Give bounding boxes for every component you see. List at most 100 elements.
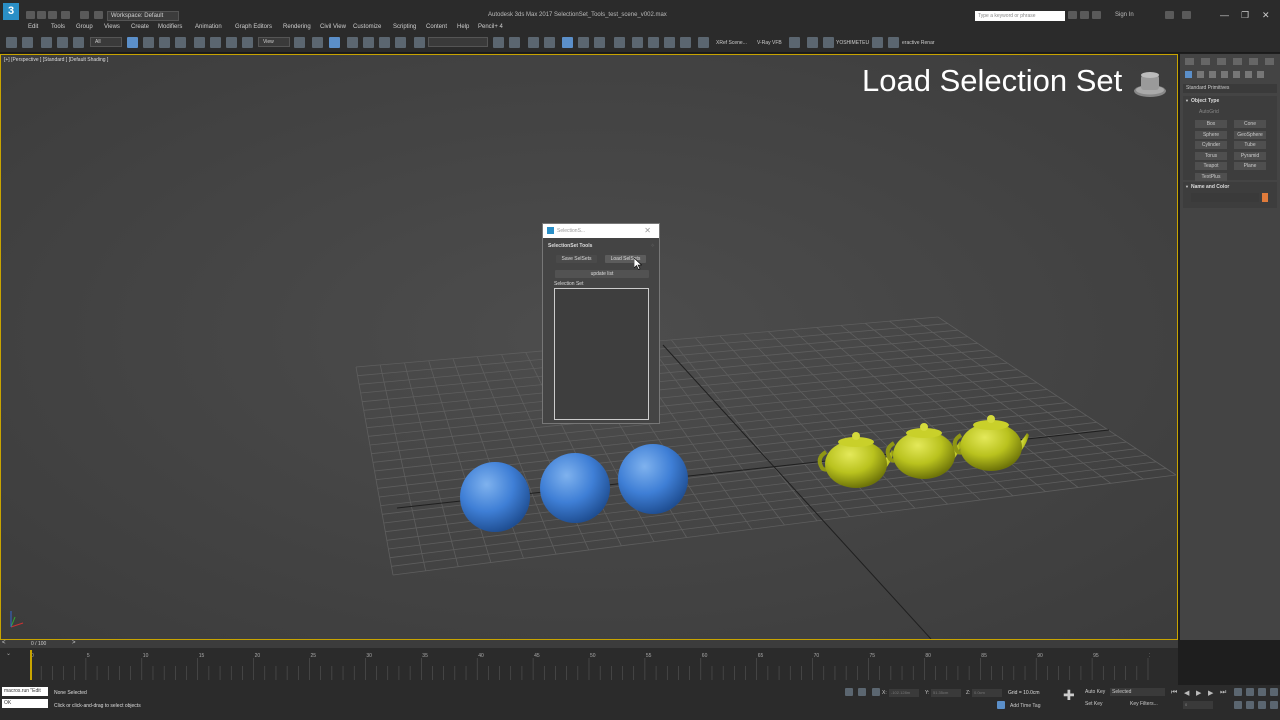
sphere-object[interactable] [540,453,610,523]
link-icon[interactable] [41,37,52,48]
selectionset-tools-dialog[interactable]: SelectionS... ✕ SelectionSet Tools ⁘ Sav… [542,223,660,424]
rectangular-selection-icon[interactable] [159,37,170,48]
app-logo-icon[interactable]: 3 [3,3,19,20]
mirror-icon[interactable] [493,37,504,48]
select-manipulate-icon[interactable] [312,37,323,48]
toggle-scene-explorer-icon[interactable] [528,37,539,48]
primitive-plane-button[interactable]: Plane [1234,162,1266,170]
time-tag-icon[interactable] [997,701,1005,709]
shapes-icon[interactable] [1197,71,1204,78]
next-frame-icon[interactable]: ▶ [1208,689,1213,697]
edit-named-selection-icon[interactable] [414,37,425,48]
percent-snap-icon[interactable] [379,37,390,48]
toggle-ribbon-icon[interactable] [562,37,573,48]
project-folder-icon[interactable] [94,11,103,19]
primitive-cone-button[interactable]: Cone [1234,120,1266,128]
maximize-toggle-icon[interactable] [1270,701,1278,709]
absolute-mode-icon[interactable] [872,688,880,696]
undo-icon[interactable] [61,11,70,19]
curve-editor-mini-icon[interactable]: ⌄ [6,650,11,657]
select-by-name-icon[interactable] [143,37,154,48]
help-icon[interactable] [1182,11,1191,19]
time-slider[interactable]: 0 / 100 < > [0,640,1178,648]
close-icon[interactable]: ✕ [1262,10,1270,21]
subscription-icon[interactable] [1080,11,1089,19]
z-coord-field[interactable]: 0.0cm [972,689,1002,697]
menu-item-create[interactable]: Create [131,24,149,30]
slider-right-arrow-icon[interactable]: > [72,640,76,646]
workspace-dropdown[interactable]: Workspace: Default [107,11,179,21]
go-to-start-icon[interactable]: ⏮ [1171,689,1177,697]
autogrid-checkbox[interactable]: AutoGrid [1199,109,1219,115]
interactive-render-button[interactable]: eractive Renar [902,40,935,46]
display-tab-icon[interactable] [1249,58,1258,65]
lights-icon[interactable] [1209,71,1216,78]
utilities-tab-icon[interactable] [1265,58,1274,65]
rotate-icon[interactable] [210,37,221,48]
window-crossing-icon[interactable] [175,37,186,48]
y-coord-field[interactable]: 51.35cm [931,689,961,697]
primitive-teapot-button[interactable]: Teapot [1195,162,1227,170]
cameras-icon[interactable] [1221,71,1228,78]
menu-item-help[interactable]: Help [457,24,469,30]
sign-in-button[interactable]: Sign In [1115,12,1134,18]
sphere-object[interactable] [460,462,530,532]
reference-coordinate-dropdown[interactable]: View [258,37,290,47]
menu-item-scripting[interactable]: Scripting [393,24,416,30]
motion-tab-icon[interactable] [1233,58,1242,65]
unlink-icon[interactable] [57,37,68,48]
current-frame-marker[interactable] [30,650,32,680]
primitive-tube-button[interactable]: Tube [1234,141,1266,149]
fov-icon[interactable] [1234,701,1242,709]
menu-item-edit[interactable]: Edit [28,24,38,30]
primitive-torus-button[interactable]: Torus [1195,151,1227,160]
bind-spacewarp-icon[interactable] [73,37,84,48]
spinner-snap-icon[interactable] [395,37,406,48]
exchange-icon[interactable] [1165,11,1174,19]
named-selection-dropdown[interactable] [428,37,488,47]
primitive-textplus-button[interactable]: TextPlus [1195,172,1227,181]
slider-left-arrow-icon[interactable]: < [2,640,6,646]
geometry-icon[interactable] [1185,71,1192,78]
pan-icon[interactable] [1246,701,1254,709]
sphere-object[interactable] [618,444,688,514]
schematic-view-icon[interactable] [594,37,605,48]
collapse-arrow-icon[interactable]: ▼ [1185,98,1189,103]
object-type-title[interactable]: Object Type [1191,98,1219,104]
open-file-icon[interactable] [37,11,46,19]
vray-vfb-button[interactable]: V-Ray VFB [757,40,782,46]
redo-icon[interactable] [22,37,33,48]
move-icon[interactable] [194,37,205,48]
menu-item-pencil-4[interactable]: Pencil+ 4 [478,24,503,30]
menu-item-animation[interactable]: Animation [195,24,222,30]
align-icon[interactable] [509,37,520,48]
systems-icon[interactable] [1257,71,1264,78]
render-setup-icon[interactable] [632,37,643,48]
select-object-icon[interactable] [127,37,138,48]
angle-snap-icon[interactable] [363,37,374,48]
menu-item-graph-editors[interactable]: Graph Editors [235,24,272,30]
modify-tab-icon[interactable] [1201,58,1210,65]
search-input[interactable]: Type a keyword or phrase [975,11,1065,21]
current-frame-field[interactable]: 0 [1183,701,1213,709]
primitive-sphere-button[interactable]: Sphere [1195,130,1227,139]
name-and-color-title[interactable]: Name and Color [1191,184,1229,190]
maxscript-result-field[interactable]: OK [2,699,48,708]
maximize-viewport-icon[interactable] [1270,688,1278,696]
helpers-icon[interactable] [1233,71,1240,78]
search-icon[interactable] [1068,11,1077,19]
selection-filter-dropdown[interactable]: All [90,37,122,47]
close-icon[interactable]: ✕ [644,226,651,235]
snaps-toggle-icon[interactable] [347,37,358,48]
favorites-icon[interactable] [1092,11,1101,19]
previous-frame-icon[interactable]: ◀ [1184,689,1189,697]
dialog-title-bar[interactable]: SelectionS... ✕ [543,224,659,238]
menu-item-tools[interactable]: Tools [51,24,65,30]
zoom-extents-icon[interactable] [1258,688,1266,696]
menu-item-rendering[interactable]: Rendering [283,24,311,30]
yoshimi-button[interactable]: YOSHIMETEU [836,40,869,46]
go-to-end-icon[interactable]: ⏭ [1220,689,1226,697]
viewport-label[interactable]: [+] [Perspective ] [Standard ] [Default … [4,57,108,63]
auto-key-button[interactable]: Auto Key [1085,689,1105,695]
xref-scene-button[interactable]: XRef Scene... [716,40,747,46]
